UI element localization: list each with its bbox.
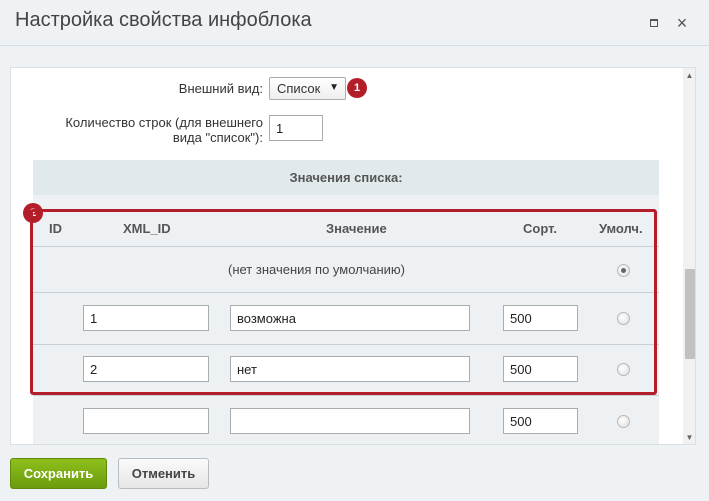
column-header-default: Умолч. [599,221,643,236]
maximize-icon[interactable] [646,15,662,31]
column-header-id: ID [49,221,62,236]
close-icon[interactable]: × [674,14,690,32]
column-header-sort: Сорт. [523,221,557,236]
no-default-radio[interactable] [617,264,630,277]
xml-id-input[interactable] [83,408,209,434]
row-divider [33,292,659,293]
save-button[interactable]: Сохранить [10,458,107,489]
sort-input[interactable] [503,305,578,331]
dialog-content: Внешний вид: Список ▼ 1 Количество строк… [10,67,696,445]
list-values-header: Значения списка: [33,160,659,195]
value-input[interactable] [230,356,470,382]
xml-id-input[interactable] [83,305,209,331]
dialog-footer: Сохранить Отменить [0,445,709,501]
rows-count-label-line2: вида "список"): [172,130,263,145]
appearance-label: Внешний вид: [178,81,263,96]
list-values-title: Значения списка: [289,170,403,185]
step-badge-2: 2 [23,203,43,223]
appearance-select[interactable]: Список ▼ [269,77,346,100]
table-header: ID XML_ID Значение Сорт. Умолч. [33,211,659,247]
default-radio[interactable] [617,415,630,428]
sort-input[interactable] [503,408,578,434]
property-settings-dialog: Настройка свойства инфоблока × Внешний в… [0,0,709,501]
scroll-thumb[interactable] [685,269,695,359]
row-divider [33,344,659,345]
step-badge-1: 1 [347,78,367,98]
scroll-down-icon[interactable]: ▼ [683,430,695,444]
value-input[interactable] [230,408,470,434]
dialog-titlebar: Настройка свойства инфоблока × [0,0,709,46]
list-values-table: ID XML_ID Значение Сорт. Умолч. (нет зна… [33,195,659,444]
column-header-value: Значение [326,221,387,236]
appearance-select-value: Список [277,81,321,96]
scroll-up-icon[interactable]: ▲ [683,68,695,82]
default-radio[interactable] [617,312,630,325]
sort-input[interactable] [503,356,578,382]
rows-count-input[interactable] [269,115,323,141]
rows-count-label-line1: Количество строк (для внешнего [65,115,263,130]
chevron-down-icon: ▼ [329,82,339,93]
column-header-xml-id: XML_ID [123,221,171,236]
row-divider [33,395,659,396]
xml-id-input[interactable] [83,356,209,382]
no-default-text: (нет значения по умолчанию) [228,262,405,277]
value-input[interactable] [230,305,470,331]
dialog-title: Настройка свойства инфоблока [15,9,312,31]
cancel-button[interactable]: Отменить [118,458,209,489]
default-radio[interactable] [617,363,630,376]
content-scrollbar[interactable]: ▲ ▼ [683,68,695,444]
